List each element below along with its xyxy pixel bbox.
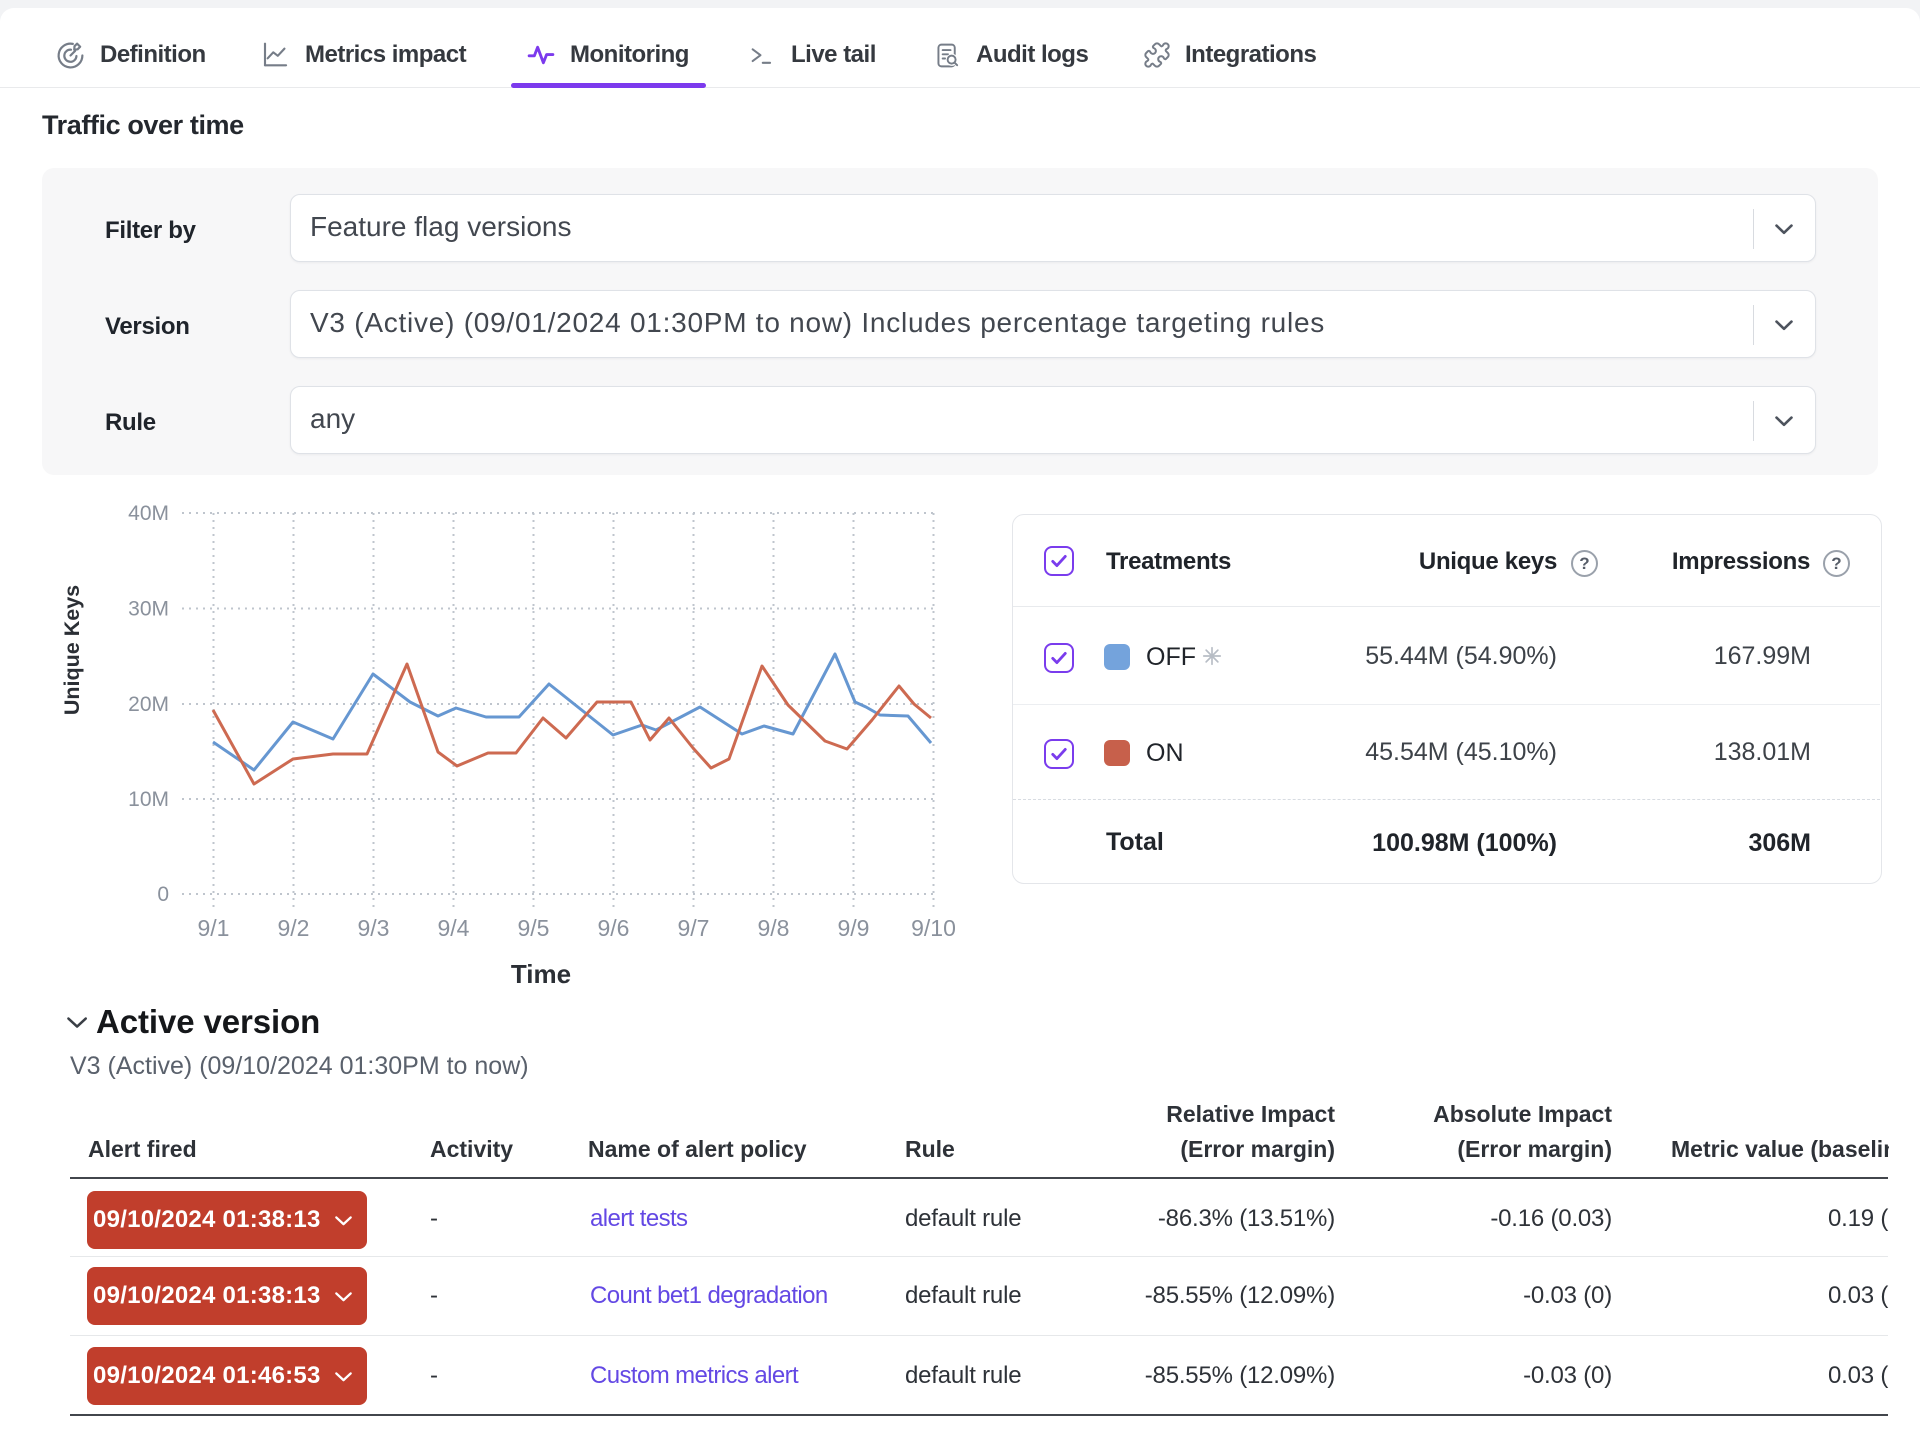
svg-text:0: 0 xyxy=(157,883,169,906)
svg-text:Time: Time xyxy=(511,959,571,989)
svg-text:40M: 40M xyxy=(128,502,169,525)
svg-text:9/2: 9/2 xyxy=(278,915,310,941)
svg-text:9/7: 9/7 xyxy=(678,915,710,941)
svg-text:9/6: 9/6 xyxy=(598,915,630,941)
svg-text:30M: 30M xyxy=(128,598,169,621)
svg-text:10M: 10M xyxy=(128,788,169,811)
svg-text:9/5: 9/5 xyxy=(518,915,550,941)
svg-text:9/8: 9/8 xyxy=(758,915,790,941)
svg-text:Unique Keys: Unique Keys xyxy=(60,585,84,715)
svg-text:9/1: 9/1 xyxy=(198,915,230,941)
svg-text:9/4: 9/4 xyxy=(438,915,470,941)
svg-text:9/9: 9/9 xyxy=(838,915,870,941)
svg-text:9/3: 9/3 xyxy=(358,915,390,941)
svg-text:9/10: 9/10 xyxy=(911,915,956,941)
svg-text:20M: 20M xyxy=(128,693,169,716)
